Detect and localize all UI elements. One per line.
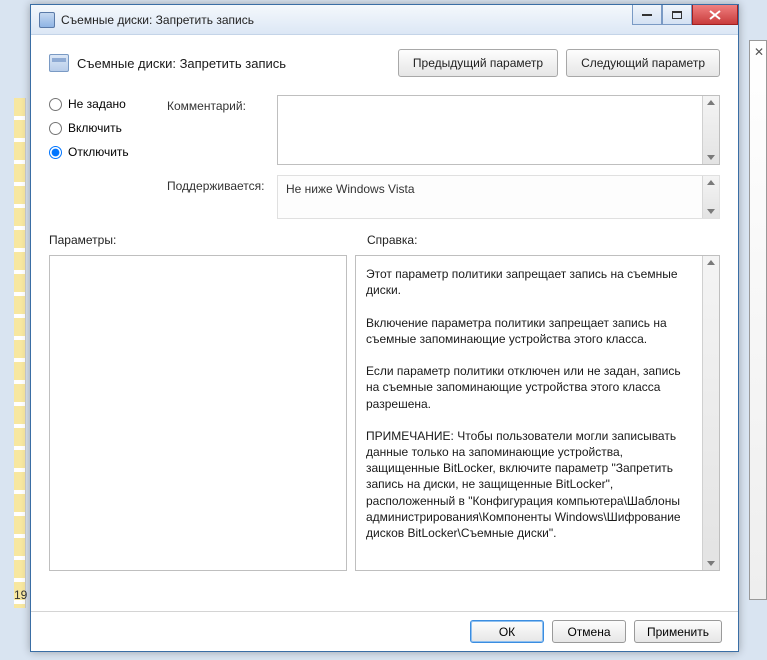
background-close-icon: ✕	[754, 45, 764, 59]
radio-not-configured-input[interactable]	[49, 98, 62, 111]
cancel-button[interactable]: Отмена	[552, 620, 626, 643]
maximize-button[interactable]	[662, 5, 692, 25]
background-status: 19	[14, 588, 27, 602]
options-panel	[49, 255, 347, 571]
supported-label: Поддерживается:	[167, 175, 269, 193]
radio-disabled-label: Отключить	[68, 145, 129, 159]
comment-label: Комментарий:	[167, 95, 269, 113]
radio-enabled[interactable]: Включить	[49, 121, 149, 135]
app-icon	[39, 12, 55, 28]
close-button[interactable]	[692, 5, 738, 25]
state-radiogroup: Не задано Включить Отключить	[49, 95, 149, 219]
policy-dialog: Съемные диски: Запретить запись Съемные …	[30, 4, 739, 652]
radio-enabled-input[interactable]	[49, 122, 62, 135]
supported-field: Не ниже Windows Vista	[277, 175, 720, 219]
previous-setting-button[interactable]: Предыдущий параметр	[398, 49, 558, 77]
comment-textarea[interactable]	[277, 95, 720, 165]
help-text: Этот параметр политики запрещает запись …	[356, 256, 719, 551]
radio-not-configured[interactable]: Не задано	[49, 97, 149, 111]
scrollbar[interactable]	[702, 256, 719, 570]
dialog-footer: ОК Отмена Применить	[31, 611, 738, 651]
close-icon	[709, 10, 721, 20]
radio-enabled-label: Включить	[68, 121, 122, 135]
next-setting-button[interactable]: Следующий параметр	[566, 49, 720, 77]
help-label: Справка:	[367, 233, 417, 247]
window-title: Съемные диски: Запретить запись	[61, 13, 254, 27]
scrollbar[interactable]	[702, 96, 719, 164]
scrollbar[interactable]	[702, 176, 719, 218]
page-title: Съемные диски: Запретить запись	[77, 56, 286, 71]
apply-button[interactable]: Применить	[634, 620, 722, 643]
policy-icon	[49, 54, 69, 72]
radio-disabled-input[interactable]	[49, 146, 62, 159]
help-panel: Этот параметр политики запрещает запись …	[355, 255, 720, 571]
options-label: Параметры:	[49, 233, 367, 247]
background-sidebar	[14, 98, 26, 608]
titlebar[interactable]: Съемные диски: Запретить запись	[31, 5, 738, 35]
minimize-button[interactable]	[632, 5, 662, 25]
ok-button[interactable]: ОК	[470, 620, 544, 643]
supported-value: Не ниже Windows Vista	[286, 182, 415, 196]
background-panel: ✕	[749, 40, 767, 600]
radio-disabled[interactable]: Отключить	[49, 145, 149, 159]
radio-not-configured-label: Не задано	[68, 97, 126, 111]
